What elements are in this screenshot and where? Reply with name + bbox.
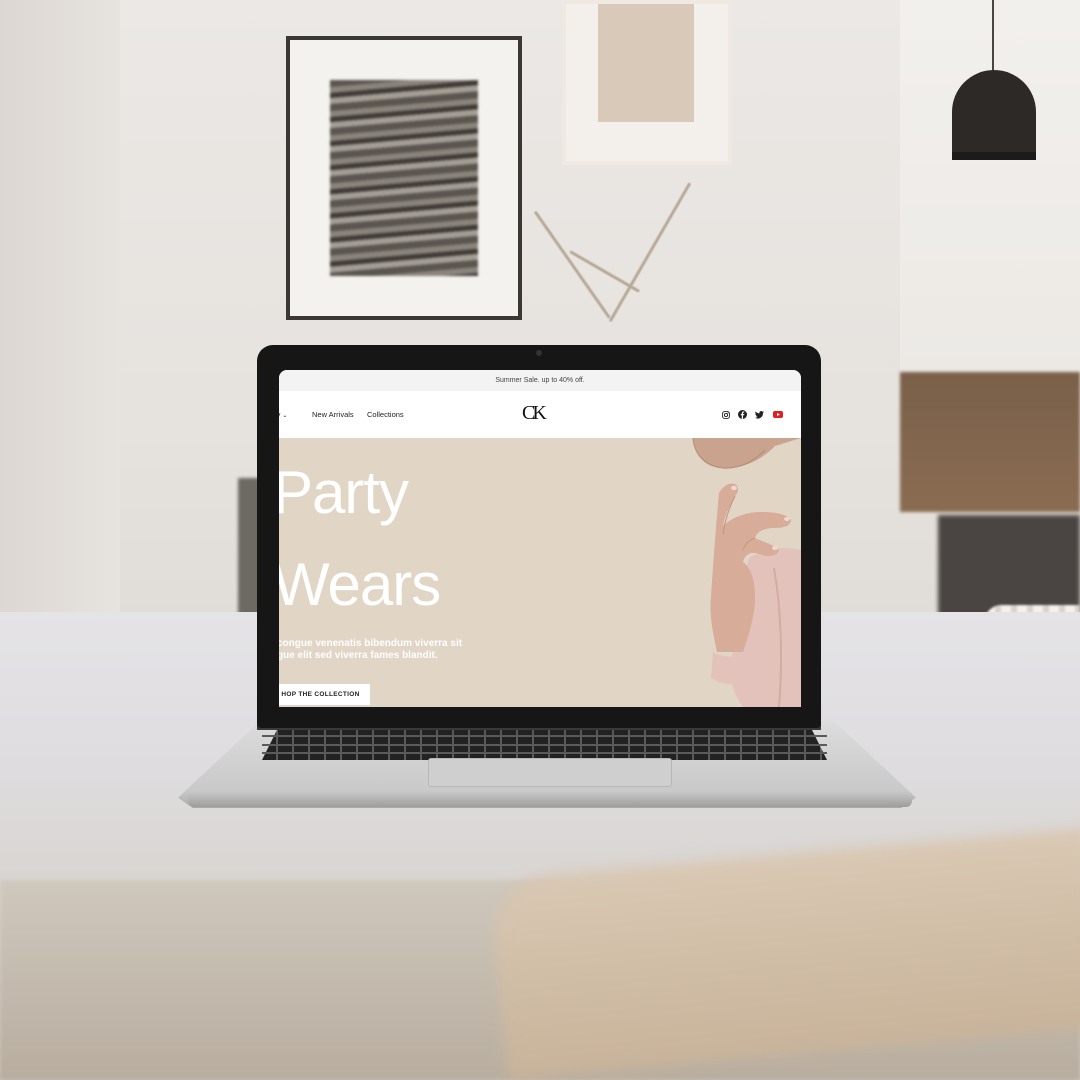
ocean-artwork xyxy=(330,80,478,276)
picture-frame-beige xyxy=(562,0,732,165)
kitchen-backsplash xyxy=(900,372,1080,512)
site-header: ory⌄ New Arrivals Collections CK xyxy=(279,391,801,438)
youtube-icon[interactable] xyxy=(772,409,783,420)
hero-banner: Party Wears congue venenatis bibendum vi… xyxy=(279,438,801,707)
left-wall-shadow xyxy=(0,0,120,700)
nav-category-label: ory xyxy=(279,410,280,419)
keyboard-row-divider xyxy=(262,735,827,737)
site-logo[interactable]: CK xyxy=(522,402,547,425)
keyboard-row-divider xyxy=(262,744,827,746)
laptop-trackpad xyxy=(428,758,672,787)
hero-title-line-1: Party xyxy=(279,459,409,526)
picture-frame-ocean xyxy=(286,36,522,320)
shop-collection-button[interactable]: HOP THE COLLECTION xyxy=(279,684,370,705)
laptop-screen: Summer Sale. up to 40% off. ory⌄ New Arr… xyxy=(279,370,801,707)
webcam-icon xyxy=(536,350,542,356)
pendant-lamp xyxy=(952,70,1036,160)
pendant-lamp-rim xyxy=(952,152,1036,160)
announcement-bar: Summer Sale. up to 40% off. xyxy=(279,370,801,391)
instagram-icon[interactable] xyxy=(720,409,731,420)
model-photo xyxy=(679,438,801,707)
lamp-cord xyxy=(992,0,994,72)
nav-category-menu[interactable]: ory⌄ xyxy=(279,410,287,419)
beige-artwork xyxy=(598,4,694,122)
chevron-down-icon: ⌄ xyxy=(282,413,288,419)
nav-collections[interactable]: Collections xyxy=(367,410,404,419)
keyboard-row-divider xyxy=(262,752,827,754)
twitter-icon[interactable] xyxy=(754,409,765,420)
hero-title-line-2: Wears xyxy=(279,551,441,618)
laptop-keyboard xyxy=(262,726,827,760)
hero-subtitle: congue venenatis bibendum viverra sit gu… xyxy=(279,638,463,661)
facebook-icon[interactable] xyxy=(737,409,748,420)
kitchen-cabinet xyxy=(900,0,1080,372)
laptop-front-edge xyxy=(188,793,912,807)
nav-new-arrivals[interactable]: New Arrivals xyxy=(312,410,354,419)
